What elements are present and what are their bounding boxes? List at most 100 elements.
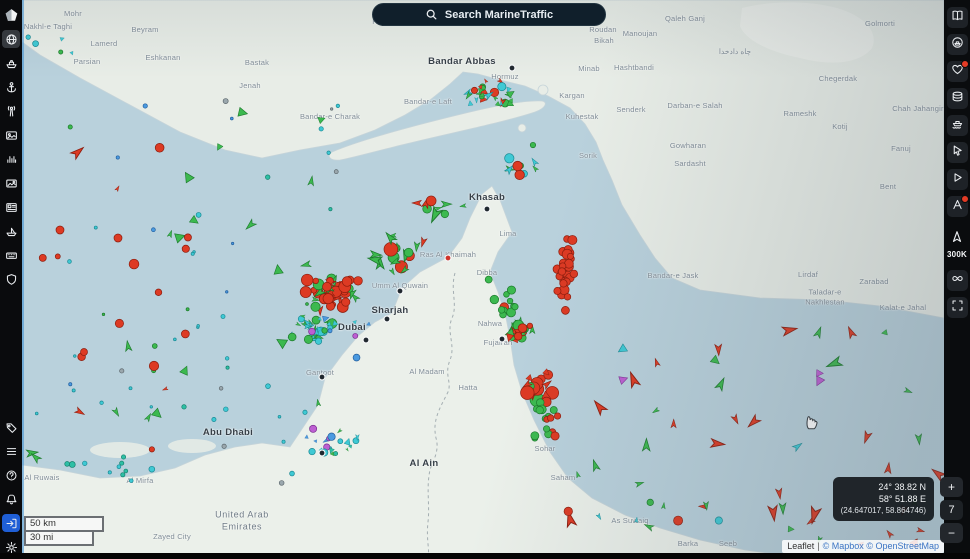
loop-button[interactable]	[946, 270, 968, 291]
vessel-marker[interactable]	[68, 382, 73, 387]
vessel-marker[interactable]	[914, 433, 923, 446]
vessel-marker[interactable]	[302, 409, 308, 415]
vessel-marker[interactable]	[34, 411, 39, 416]
vessel-marker[interactable]	[651, 406, 661, 414]
vessel-marker[interactable]	[336, 427, 343, 434]
vessel-marker[interactable]	[179, 365, 191, 376]
vessel-marker[interactable]	[299, 286, 312, 298]
sidebar-item-help[interactable]	[2, 466, 20, 484]
vessel-marker[interactable]	[111, 406, 121, 418]
vessel-marker[interactable]	[124, 339, 133, 353]
vessel-marker[interactable]	[128, 386, 133, 391]
vessel-marker[interactable]	[149, 405, 153, 409]
vessel-marker[interactable]	[71, 388, 76, 393]
sidebar-item-protect[interactable]	[2, 270, 20, 288]
playback-button[interactable]	[946, 169, 968, 190]
vessel-marker[interactable]	[333, 169, 339, 175]
vessel-marker[interactable]	[567, 252, 574, 260]
sidebar-item-vessels[interactable]	[2, 54, 20, 72]
vessel-marker[interactable]	[440, 200, 453, 209]
vessel-marker[interactable]	[315, 337, 323, 345]
vessel-marker[interactable]	[73, 354, 77, 358]
vessel-marker[interactable]	[148, 446, 155, 453]
vessel-marker[interactable]	[58, 49, 64, 55]
vessel-marker[interactable]	[299, 260, 312, 269]
vessel-marker[interactable]	[67, 124, 73, 130]
port-marker[interactable]	[396, 287, 404, 295]
vessel-marker[interactable]	[148, 465, 156, 473]
vessel-marker[interactable]	[215, 143, 224, 152]
vessel-marker[interactable]	[265, 174, 271, 180]
vessel-marker[interactable]	[59, 36, 65, 42]
vessel-marker[interactable]	[767, 504, 779, 523]
vessel-marker[interactable]	[514, 332, 523, 341]
vessel-marker[interactable]	[114, 318, 124, 328]
sidebar-item-console[interactable]	[2, 246, 20, 264]
vessel-marker[interactable]	[82, 460, 88, 466]
vessel-marker[interactable]	[330, 107, 334, 111]
vessel-marker[interactable]	[185, 307, 190, 312]
vessel-marker[interactable]	[343, 437, 352, 446]
vessel-marker[interactable]	[115, 155, 120, 160]
vessel-marker[interactable]	[310, 301, 321, 312]
port-marker[interactable]	[362, 336, 370, 344]
vessel-marker[interactable]	[311, 315, 321, 325]
zoom-out-button[interactable]: −	[940, 523, 963, 543]
vessel-marker[interactable]	[403, 247, 414, 258]
vessel-marker[interactable]	[327, 432, 336, 441]
vessel-marker[interactable]	[484, 275, 493, 284]
vessel-marker[interactable]	[590, 458, 601, 473]
vessel-marker[interactable]	[274, 335, 289, 350]
vessel-marker[interactable]	[641, 437, 651, 452]
vessel-marker[interactable]	[746, 413, 763, 430]
vessel-marker[interactable]	[883, 461, 893, 475]
vessel-marker[interactable]	[440, 209, 449, 219]
vessel-marker[interactable]	[218, 386, 224, 391]
vessel-marker[interactable]	[223, 406, 229, 412]
vessel-marker[interactable]	[885, 529, 895, 539]
vessel-marker[interactable]	[308, 448, 316, 456]
measure-button[interactable]	[946, 195, 969, 217]
vessel-marker[interactable]	[328, 207, 333, 212]
layers-button[interactable]	[946, 88, 968, 109]
vessel-marker[interactable]	[181, 244, 190, 253]
vessel-marker[interactable]	[618, 374, 629, 385]
vessel-marker[interactable]	[173, 337, 177, 342]
vessel-marker[interactable]	[119, 368, 125, 374]
vessel-marker[interactable]	[54, 253, 61, 260]
vessel-marker[interactable]	[244, 218, 258, 231]
vessel-marker[interactable]	[294, 321, 302, 327]
vessel-marker[interactable]	[646, 498, 654, 506]
sidebar-item-tags[interactable]	[2, 418, 20, 436]
vessel-marker[interactable]	[530, 157, 540, 168]
vessel-marker[interactable]	[25, 34, 31, 40]
vessel-marker[interactable]	[511, 303, 519, 311]
vessel-marker[interactable]	[143, 412, 153, 423]
vessel-marker[interactable]	[307, 175, 315, 187]
sidebar-item-photos[interactable]	[2, 126, 20, 144]
vessel-marker[interactable]	[148, 360, 160, 372]
vessel-marker[interactable]	[553, 287, 562, 295]
vessel-marker[interactable]	[559, 279, 568, 288]
zoom-in-button[interactable]: +	[940, 477, 963, 497]
vessel-marker[interactable]	[107, 470, 112, 475]
vessel-marker[interactable]	[222, 98, 229, 105]
vessel-marker[interactable]	[231, 241, 235, 246]
vessel-marker[interactable]	[563, 506, 573, 516]
port-marker[interactable]	[318, 449, 326, 457]
vessel-marker[interactable]	[673, 515, 683, 526]
fleets-button[interactable]	[946, 115, 968, 136]
vessel-marker[interactable]	[506, 297, 514, 305]
vessel-marker[interactable]	[535, 406, 544, 415]
vessel-marker[interactable]	[317, 115, 326, 124]
vessel-marker[interactable]	[230, 116, 234, 121]
sidebar-item-news[interactable]	[2, 198, 20, 216]
vessel-marker[interactable]	[221, 443, 227, 449]
vessel-marker[interactable]	[813, 375, 826, 388]
vessel-marker[interactable]	[730, 413, 740, 425]
vessel-marker[interactable]	[474, 96, 479, 104]
search-bar[interactable]: Search MarineTraffic	[372, 3, 606, 26]
vessel-marker[interactable]	[653, 357, 661, 368]
vessel-marker[interactable]	[903, 386, 913, 395]
vessel-marker[interactable]	[123, 468, 129, 474]
